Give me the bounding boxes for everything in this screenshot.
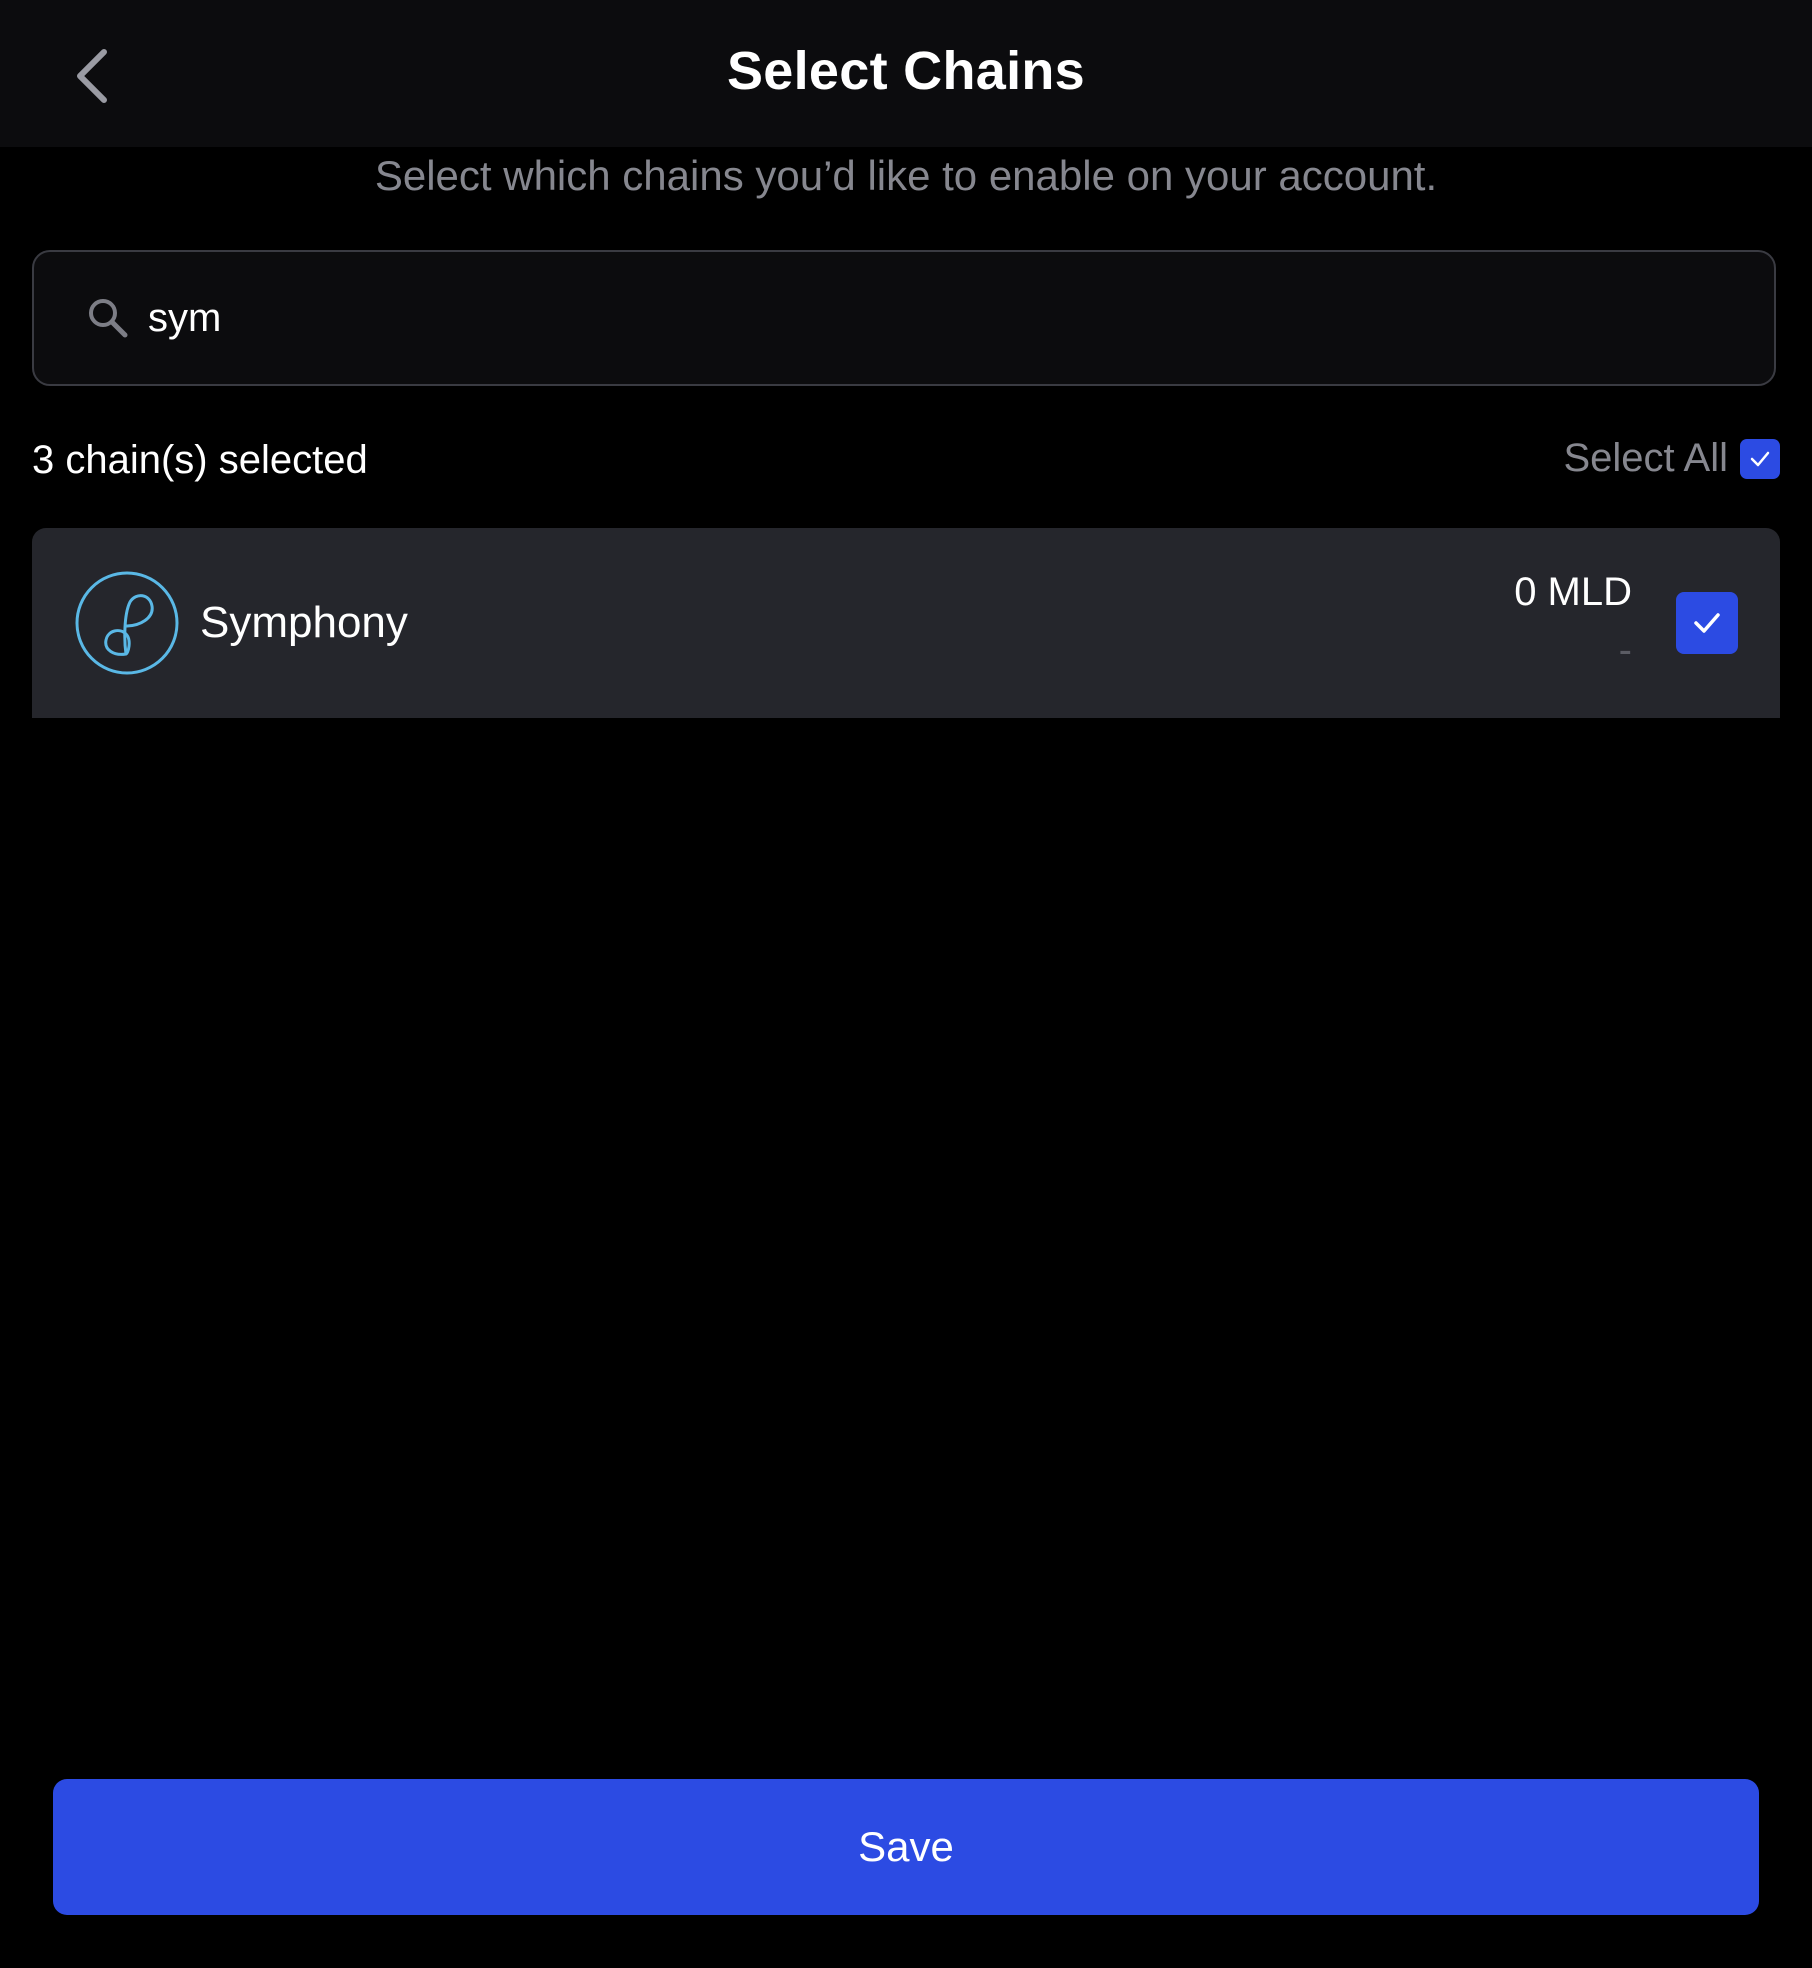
chain-balance: 0 MLD <box>1514 570 1632 614</box>
chain-checkbox[interactable] <box>1676 592 1738 654</box>
save-button[interactable]: Save <box>53 1779 1759 1915</box>
top-bar: Select Chains <box>0 0 1812 147</box>
checkmark-icon <box>1694 613 1720 633</box>
selected-count: 3 chain(s) selected <box>32 438 368 482</box>
chain-fiat-value: - <box>1618 628 1632 672</box>
search-input[interactable] <box>148 252 1774 384</box>
select-all-toggle[interactable]: Select All <box>1563 436 1780 481</box>
chain-name: Symphony <box>200 598 408 647</box>
search-box[interactable] <box>32 250 1776 386</box>
select-all-checkbox[interactable] <box>1740 438 1780 479</box>
page-subtitle: Select which chains you’d like to enable… <box>374 152 1438 199</box>
search-icon <box>82 292 134 344</box>
select-all-label: Select All <box>1563 436 1728 480</box>
chain-row-symphony[interactable]: Symphony 0 MLD - <box>32 528 1780 718</box>
symphony-logo-icon <box>74 570 180 676</box>
checkmark-icon <box>1750 451 1770 466</box>
page-title: Select Chains <box>726 41 1086 101</box>
